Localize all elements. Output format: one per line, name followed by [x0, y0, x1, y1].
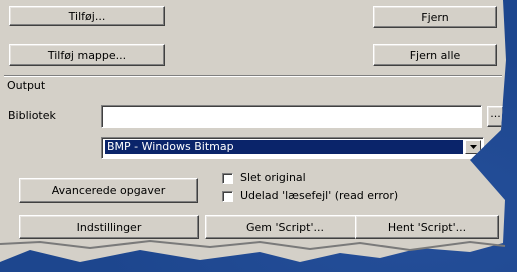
remove-button[interactable]: Fjern: [373, 6, 497, 28]
output-group-label: Output: [7, 79, 46, 92]
delete-original-label: Slet original: [240, 171, 306, 184]
output-group-divider: [4, 75, 502, 77]
library-label: Bibliotek: [8, 109, 56, 122]
torn-edge-decoration: [0, 239, 506, 252]
format-select[interactable]: BMP - Windows Bitmap: [101, 137, 484, 159]
save-script-button[interactable]: Gem 'Script'...: [205, 215, 365, 239]
skip-read-error-label: Udelad 'læsefejl' (read error): [240, 189, 399, 202]
remove-all-button[interactable]: Fjern alle: [373, 44, 497, 66]
advanced-tasks-button[interactable]: Avancerede opgaver: [19, 178, 198, 203]
chevron-down-icon: [469, 145, 477, 149]
dialog-panel: Tilføj... Tilføj mappe... Fjern Fjern al…: [0, 0, 506, 262]
add-button[interactable]: Tilføj...: [9, 6, 165, 26]
load-script-button[interactable]: Hent 'Script'...: [355, 215, 499, 239]
library-input[interactable]: [101, 105, 482, 128]
add-folder-button[interactable]: Tilføj mappe...: [9, 44, 165, 66]
skip-read-error-checkbox[interactable]: [222, 191, 233, 202]
delete-original-checkbox[interactable]: [222, 173, 233, 184]
settings-button[interactable]: Indstillinger: [19, 215, 199, 239]
format-selected-value: BMP - Windows Bitmap: [105, 140, 463, 154]
